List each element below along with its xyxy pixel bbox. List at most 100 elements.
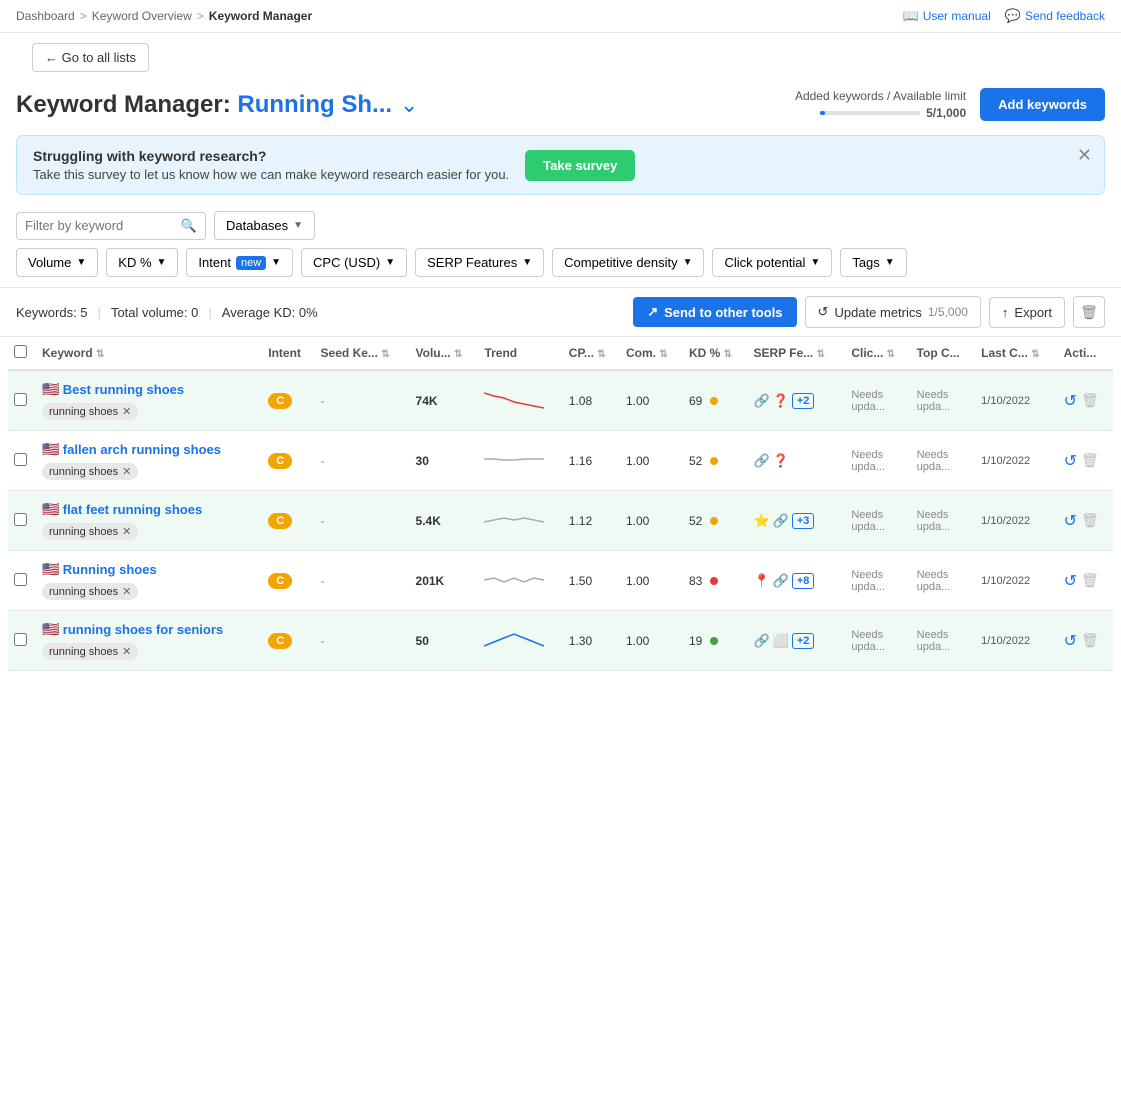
select-all-checkbox[interactable] xyxy=(14,345,27,358)
total-volume: Total volume: 0 xyxy=(111,305,198,320)
volume-filter[interactable]: Volume ▼ xyxy=(16,248,98,277)
top-c-cell: Needsupda... xyxy=(845,551,910,611)
serp-feature-icon: 🔗 xyxy=(753,393,769,409)
keyword-link[interactable]: running shoes for seniors xyxy=(63,622,223,637)
com-sort-icon: ⇅ xyxy=(659,349,667,360)
row-refresh-icon[interactable]: ↺ xyxy=(1064,631,1077,651)
serp-col-header[interactable]: SERP Fe... ⇅ xyxy=(747,337,845,370)
go-back-button[interactable]: ← Go to all lists xyxy=(32,43,149,72)
intent-new-badge: new xyxy=(236,256,266,270)
row-checkbox-cell[interactable] xyxy=(8,370,36,431)
kd-value: 19 xyxy=(689,634,702,648)
serp-filter[interactable]: SERP Features ▼ xyxy=(415,248,544,277)
kd-dot xyxy=(710,637,718,645)
databases-label: Databases xyxy=(226,218,288,233)
keyword-link[interactable]: Best running shoes xyxy=(63,382,184,397)
row-checkbox[interactable] xyxy=(14,393,27,406)
keyword-filter-input: 🔍 xyxy=(16,212,206,240)
serp-plus-badge[interactable]: +8 xyxy=(792,573,815,589)
intent-filter[interactable]: Intent new ▼ xyxy=(186,248,293,277)
row-checkbox[interactable] xyxy=(14,453,27,466)
trend-cell xyxy=(478,551,562,611)
serp-feature-icon: 🔗 xyxy=(753,633,769,649)
keyword-link[interactable]: fallen arch running shoes xyxy=(63,442,221,457)
row-checkbox-cell[interactable] xyxy=(8,551,36,611)
cpc-filter[interactable]: CPC (USD) ▼ xyxy=(301,248,407,277)
dropdown-arrow-icon[interactable]: ⌄ xyxy=(400,92,418,118)
row-delete-icon[interactable]: 🗑 xyxy=(1081,632,1099,649)
trend-cell xyxy=(478,431,562,491)
com-col-header[interactable]: Com. ⇅ xyxy=(620,337,683,370)
select-all-header[interactable] xyxy=(8,337,36,370)
tag-remove-icon[interactable]: ✕ xyxy=(122,645,131,658)
click-potential-filter[interactable]: Click potential ▼ xyxy=(712,248,832,277)
keyword-search-input[interactable] xyxy=(25,218,175,233)
avg-kd: Average KD: 0% xyxy=(222,305,318,320)
topc-col-header[interactable]: Top C... xyxy=(911,337,976,370)
row-delete-icon[interactable]: 🗑 xyxy=(1081,572,1099,589)
cpc-cell: 1.50 xyxy=(563,551,620,611)
banner-subtitle: Take this survey to let us know how we c… xyxy=(33,167,509,182)
kd-col-header[interactable]: KD % ⇅ xyxy=(683,337,748,370)
user-manual-link[interactable]: 📖 User manual xyxy=(903,8,991,24)
volume-cell: 50 xyxy=(410,611,479,671)
row-refresh-icon[interactable]: ↺ xyxy=(1064,571,1077,591)
seed-cell: - xyxy=(315,551,410,611)
tag-remove-icon[interactable]: ✕ xyxy=(122,585,131,598)
add-keywords-button[interactable]: Add keywords xyxy=(980,88,1105,121)
keyword-col-header[interactable]: Keyword ⇅ xyxy=(36,337,262,370)
breadcrumb-dashboard[interactable]: Dashboard xyxy=(16,9,75,23)
row-checkbox-cell[interactable] xyxy=(8,431,36,491)
send-feedback-link[interactable]: 💬 Send feedback xyxy=(1005,8,1105,24)
row-checkbox-cell[interactable] xyxy=(8,611,36,671)
serp-feature-icon: ❓ xyxy=(773,453,789,469)
row-delete-icon[interactable]: 🗑 xyxy=(1081,392,1099,409)
breadcrumb-keyword-overview[interactable]: Keyword Overview xyxy=(92,9,192,23)
delete-selected-button[interactable]: 🗑 xyxy=(1073,296,1105,328)
volume-col-header[interactable]: Volu... ⇅ xyxy=(410,337,479,370)
serp-plus-badge[interactable]: +3 xyxy=(792,513,815,529)
keyword-link[interactable]: Running shoes xyxy=(63,562,157,577)
tag-remove-icon[interactable]: ✕ xyxy=(122,405,131,418)
keyword-link[interactable]: flat feet running shoes xyxy=(63,502,202,517)
update-metrics-button[interactable]: ↺ Update metrics 1/5,000 xyxy=(805,296,981,328)
keyword-tag: running shoes ✕ xyxy=(42,403,138,420)
serp-plus-badge[interactable]: +2 xyxy=(792,393,815,409)
comp-density-filter[interactable]: Competitive density ▼ xyxy=(552,248,704,277)
lastc-col-header[interactable]: Last C... ⇅ xyxy=(975,337,1057,370)
cpc-col-header[interactable]: CP... ⇅ xyxy=(563,337,620,370)
banner-close-icon[interactable]: ✕ xyxy=(1077,146,1092,164)
take-survey-button[interactable]: Take survey xyxy=(525,150,635,181)
cpc-cell: 1.30 xyxy=(563,611,620,671)
kd-dot xyxy=(710,517,718,525)
export-button[interactable]: ↑ Export xyxy=(989,297,1065,328)
tag-remove-icon[interactable]: ✕ xyxy=(122,465,131,478)
seedke-col-header[interactable]: Seed Ke... ⇅ xyxy=(315,337,410,370)
volume-cell: 30 xyxy=(410,431,479,491)
serp-plus-badge[interactable]: +2 xyxy=(792,633,815,649)
intent-col-header[interactable]: Intent xyxy=(262,337,314,370)
stats-sep2: | xyxy=(208,305,211,320)
databases-filter[interactable]: Databases ▼ xyxy=(214,211,315,240)
keyword-cell: 🇺🇸 Best running shoes running shoes ✕ xyxy=(36,370,262,431)
kd-filter[interactable]: KD % ▼ xyxy=(106,248,178,277)
row-delete-icon[interactable]: 🗑 xyxy=(1081,452,1099,469)
seedke-sort-icon: ⇅ xyxy=(381,349,389,360)
tag-remove-icon[interactable]: ✕ xyxy=(122,525,131,538)
row-checkbox[interactable] xyxy=(14,633,27,646)
clic-col-header[interactable]: Clic... ⇅ xyxy=(845,337,910,370)
row-refresh-icon[interactable]: ↺ xyxy=(1064,511,1077,531)
kd-dot xyxy=(710,397,718,405)
row-refresh-icon[interactable]: ↺ xyxy=(1064,451,1077,471)
kd-sort-icon: ⇅ xyxy=(724,349,732,360)
keyword-tag: running shoes ✕ xyxy=(42,523,138,540)
row-delete-icon[interactable]: 🗑 xyxy=(1081,512,1099,529)
date-cell: 1/10/2022 xyxy=(975,431,1057,491)
tags-filter[interactable]: Tags ▼ xyxy=(840,248,906,277)
row-checkbox-cell[interactable] xyxy=(8,491,36,551)
row-checkbox[interactable] xyxy=(14,573,27,586)
search-icon: 🔍 xyxy=(181,218,197,234)
send-to-tools-button[interactable]: ↗ Send to other tools xyxy=(633,297,796,327)
row-checkbox[interactable] xyxy=(14,513,27,526)
row-refresh-icon[interactable]: ↺ xyxy=(1064,391,1077,411)
